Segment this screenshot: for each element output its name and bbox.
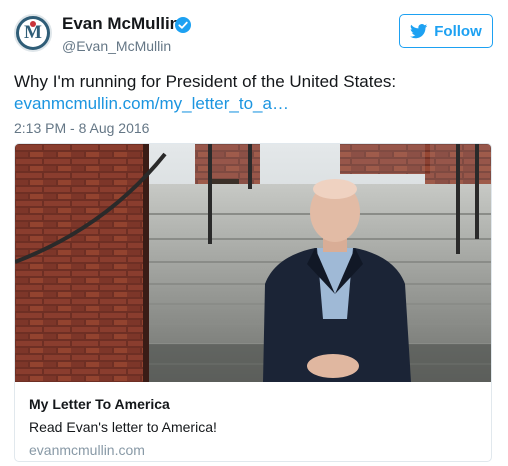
tweet-timestamp[interactable]: 2:13 PM - 8 Aug 2016: [14, 120, 149, 136]
follow-button-label: Follow: [434, 22, 482, 40]
avatar-star-icon: [30, 21, 36, 27]
card-description: Read Evan's letter to America!: [29, 419, 217, 435]
card-title: My Letter To America: [29, 396, 170, 412]
link-card[interactable]: My Letter To America Read Evan's letter …: [14, 143, 492, 462]
tweet-text: Why I'm running for President of the Uni…: [14, 72, 397, 91]
card-photo: [15, 144, 491, 382]
author-name[interactable]: Evan McMullin: [62, 14, 180, 34]
follow-button[interactable]: Follow: [399, 14, 493, 48]
author-handle[interactable]: @Evan_McMullin: [62, 38, 171, 54]
tweet: M Evan McMullin @Evan_McMullin Follow Wh…: [0, 0, 508, 466]
verified-badge-icon: [175, 17, 191, 33]
twitter-bird-icon: [410, 23, 428, 38]
card-domain: evanmcmullin.com: [29, 442, 145, 458]
tweet-link[interactable]: evanmcmullin.com/my_letter_to_a…: [14, 94, 289, 114]
avatar[interactable]: M: [14, 14, 52, 52]
